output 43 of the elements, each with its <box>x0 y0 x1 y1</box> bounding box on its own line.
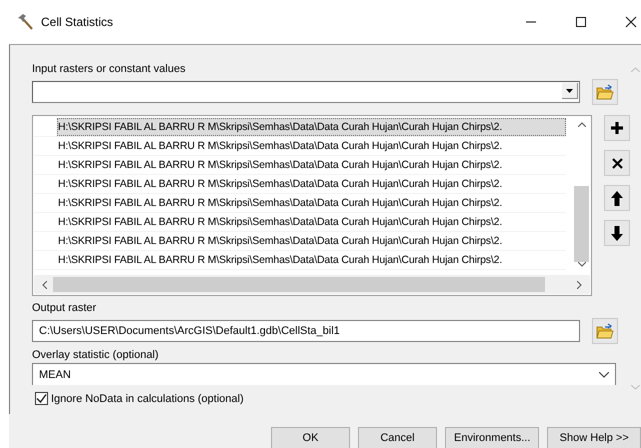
dialog-button[interactable]: Environments... <box>444 427 540 448</box>
dialog-button[interactable]: OK <box>271 427 350 448</box>
checkbox[interactable] <box>35 392 48 405</box>
move-up-button[interactable] <box>604 185 630 211</box>
folder-icon <box>596 323 614 339</box>
dropdown-arrow-icon <box>566 88 573 92</box>
raster-path-item[interactable]: H:\SKRIPSI FABIL AL BARRU R M\Skripsi\Semhas\Data\Data Curah Hujan\Curah Hujan Chirps\2. <box>57 137 566 155</box>
browse-button[interactable] <box>592 318 618 344</box>
plus-icon <box>610 121 624 135</box>
raster-path-item[interactable]: H:\SKRIPSI FABIL AL BARRU R M\Skripsi\Semhas\Data\Data Curah Hujan\Curah Hujan Chirps\2. <box>57 118 566 136</box>
raster-path-item[interactable]: H:\SKRIPSI FABIL AL BARRU R M\Skripsi\Semhas\Data\Data Curah Hujan\Curah Hujan Chirps\2. <box>57 213 566 231</box>
arrow-up-icon <box>611 190 623 206</box>
window-title: Cell Statistics <box>41 15 114 29</box>
raster-path-item[interactable]: H:\SKRIPSI FABIL AL BARRU R M\Skripsi\Semhas\Data\Data Curah Hujan\Curah Hujan Chirps\2. <box>57 175 566 193</box>
dialog-button[interactable]: Show Help >> <box>547 427 641 448</box>
hammer-icon <box>16 13 34 31</box>
chevron-down-icon <box>599 372 609 378</box>
add-button[interactable] <box>604 115 630 141</box>
output-raster-field[interactable]: C:\Users\USER\Documents\ArcGIS\Default1.gdb\CellSta_bil1 <box>32 320 580 342</box>
scroll-down-icon[interactable] <box>578 262 586 267</box>
field-label: Overlay statistic (optional) <box>32 348 159 362</box>
field-label: Input rasters or constant values <box>32 62 186 76</box>
folder-icon <box>596 84 614 100</box>
checkbox-label: Ignore NoData in calculations (optional) <box>51 392 244 404</box>
overlay-statistic-dropdown[interactable]: MEAN <box>32 363 616 385</box>
remove-button[interactable] <box>604 150 630 176</box>
scroll-up-icon[interactable] <box>578 122 586 127</box>
browse-button[interactable] <box>592 79 618 105</box>
maximize-icon[interactable] <box>575 16 587 28</box>
cross-icon <box>612 158 622 168</box>
raster-path-item[interactable]: H:\SKRIPSI FABIL AL BARRU R M\Skripsi\Semhas\Data\Data Curah Hujan\Curah Hujan Chirps\2. <box>57 156 566 174</box>
input-combo-field[interactable] <box>32 81 580 103</box>
move-down-button[interactable] <box>604 220 630 246</box>
field-label: Output raster <box>32 301 96 315</box>
arrow-down-icon <box>611 226 623 240</box>
scroll-left-icon[interactable] <box>42 280 47 288</box>
raster-path-item[interactable]: H:\SKRIPSI FABIL AL BARRU R M\Skripsi\Semhas\Data\Data Curah Hujan\Curah Hujan Chirps\2. <box>57 232 566 250</box>
raster-path-item[interactable]: H:\SKRIPSI FABIL AL BARRU R M\Skripsi\Semhas\Data\Data Curah Hujan\Curah Hujan Chirps\2. <box>57 251 566 269</box>
raster-path-item[interactable]: H:\SKRIPSI FABIL AL BARRU R M\Skripsi\Semhas\Data\Data Curah Hujan\Curah Hujan Chirps\2. <box>57 194 566 212</box>
scroll-right-icon[interactable] <box>577 280 582 288</box>
dialog-button[interactable]: Cancel <box>358 427 437 448</box>
horizontal-scrollbar[interactable] <box>34 275 590 294</box>
close-icon[interactable] <box>625 16 637 28</box>
